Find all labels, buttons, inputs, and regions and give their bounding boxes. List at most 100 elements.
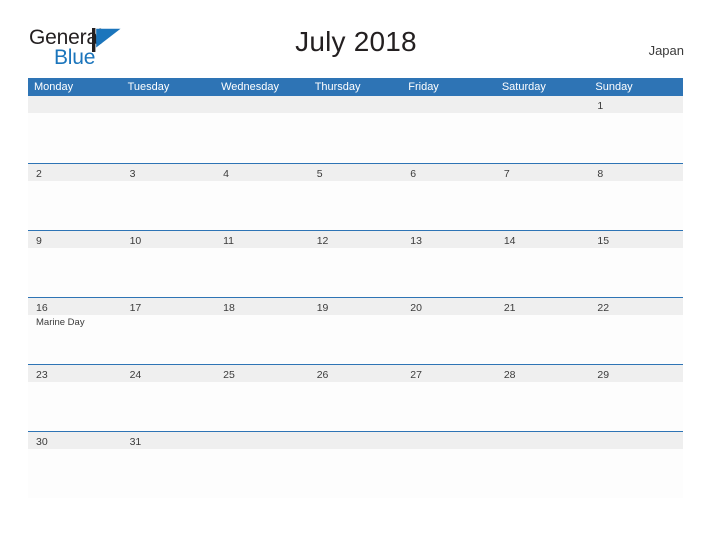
day-event-cell[interactable] (215, 382, 309, 430)
day-event-cell[interactable]: Marine Day (28, 315, 122, 363)
calendar-grid: Monday Tuesday Wednesday Thursday Friday… (28, 78, 683, 498)
day-event-cell[interactable] (402, 315, 496, 363)
day-event-cell[interactable] (589, 113, 683, 161)
day-number: 28 (503, 369, 516, 381)
day-cell[interactable]: 20 (402, 298, 496, 315)
day-event-cell[interactable] (402, 113, 496, 161)
day-event-cell[interactable] (402, 382, 496, 430)
day-cell[interactable]: 14 (496, 231, 590, 248)
day-cell[interactable]: 23 (28, 365, 122, 382)
day-cell[interactable]: 1 (589, 96, 683, 113)
day-event-cell[interactable] (496, 449, 590, 497)
day-event-cell[interactable] (215, 181, 309, 229)
week-date-band: 2 3 4 5 6 7 8 (28, 164, 683, 181)
day-event-cell[interactable] (589, 315, 683, 363)
day-event-cell[interactable] (309, 315, 403, 363)
day-event-label (410, 181, 496, 182)
day-cell[interactable]: 3 (122, 164, 216, 181)
day-number: 2 (36, 168, 42, 180)
day-cell[interactable]: 30 (28, 432, 122, 449)
day-number: 30 (36, 436, 48, 448)
day-cell[interactable] (402, 432, 496, 449)
day-cell[interactable]: 12 (309, 231, 403, 248)
day-cell[interactable]: 25 (215, 365, 309, 382)
day-event-cell[interactable] (28, 113, 122, 161)
day-cell[interactable]: 16 (28, 298, 122, 315)
day-event-cell[interactable] (589, 181, 683, 229)
day-event-cell[interactable] (122, 181, 216, 229)
day-cell[interactable] (215, 432, 309, 449)
day-cell[interactable]: 22 (589, 298, 683, 315)
day-event-cell[interactable] (309, 113, 403, 161)
day-cell[interactable] (496, 432, 590, 449)
day-event-cell[interactable] (28, 382, 122, 430)
day-cell[interactable]: 9 (28, 231, 122, 248)
day-event-cell[interactable] (28, 449, 122, 497)
day-cell[interactable]: 8 (589, 164, 683, 181)
day-event-cell[interactable] (122, 248, 216, 296)
day-cell[interactable]: 26 (309, 365, 403, 382)
day-number: 22 (597, 302, 610, 314)
day-event-cell[interactable] (309, 382, 403, 430)
day-cell[interactable] (215, 96, 309, 113)
day-cell[interactable] (496, 96, 590, 113)
day-cell[interactable] (309, 96, 403, 113)
day-event-cell[interactable] (122, 449, 216, 497)
day-event-cell[interactable] (215, 113, 309, 161)
day-event-cell[interactable] (589, 449, 683, 497)
day-number: 13 (410, 235, 422, 247)
day-event-cell[interactable] (496, 113, 590, 161)
day-event-cell[interactable] (215, 315, 309, 363)
day-cell[interactable] (28, 96, 122, 113)
day-cell[interactable]: 19 (309, 298, 403, 315)
day-event-cell[interactable] (309, 181, 403, 229)
day-cell[interactable]: 31 (122, 432, 216, 449)
day-event-label (130, 382, 216, 383)
day-event-cell[interactable] (28, 181, 122, 229)
day-number: 1 (597, 100, 604, 112)
day-event-cell[interactable] (122, 113, 216, 161)
country-label: Japan (648, 43, 684, 58)
day-event-cell[interactable] (589, 382, 683, 430)
day-cell[interactable]: 17 (122, 298, 216, 315)
day-cell[interactable]: 21 (496, 298, 590, 315)
day-cell[interactable]: 2 (28, 164, 122, 181)
day-event-cell[interactable] (309, 449, 403, 497)
day-cell[interactable]: 4 (215, 164, 309, 181)
day-event-cell[interactable] (215, 449, 309, 497)
day-cell[interactable]: 7 (496, 164, 590, 181)
day-event-label (130, 248, 216, 249)
day-event-cell[interactable] (122, 382, 216, 430)
day-cell[interactable]: 13 (402, 231, 496, 248)
day-cell[interactable]: 24 (122, 365, 216, 382)
day-event-cell[interactable] (215, 248, 309, 296)
day-event-cell[interactable] (496, 315, 590, 363)
day-cell[interactable]: 11 (215, 231, 309, 248)
day-event-cell[interactable] (496, 382, 590, 430)
day-cell[interactable]: 6 (402, 164, 496, 181)
day-cell[interactable] (402, 96, 496, 113)
day-number: 12 (316, 235, 329, 247)
day-cell[interactable]: 29 (589, 365, 683, 382)
day-cell[interactable]: 10 (122, 231, 216, 248)
day-event-cell[interactable] (496, 248, 590, 296)
day-number: 21 (503, 302, 516, 314)
day-cell[interactable]: 27 (402, 365, 496, 382)
day-event-cell[interactable] (496, 181, 590, 229)
day-event-cell[interactable] (402, 449, 496, 497)
day-cell[interactable] (122, 96, 216, 113)
day-cell[interactable] (309, 432, 403, 449)
day-event-label (504, 315, 590, 316)
day-event-cell[interactable] (28, 248, 122, 296)
day-cell[interactable]: 5 (309, 164, 403, 181)
day-event-cell[interactable] (309, 248, 403, 296)
day-cell[interactable]: 18 (215, 298, 309, 315)
day-cell[interactable]: 28 (496, 365, 590, 382)
day-cell[interactable] (589, 432, 683, 449)
day-event-cell[interactable] (402, 248, 496, 296)
day-event-cell[interactable] (402, 181, 496, 229)
day-event-cell[interactable] (122, 315, 216, 363)
day-event-label (410, 248, 496, 249)
day-event-cell[interactable] (589, 248, 683, 296)
day-cell[interactable]: 15 (589, 231, 683, 248)
